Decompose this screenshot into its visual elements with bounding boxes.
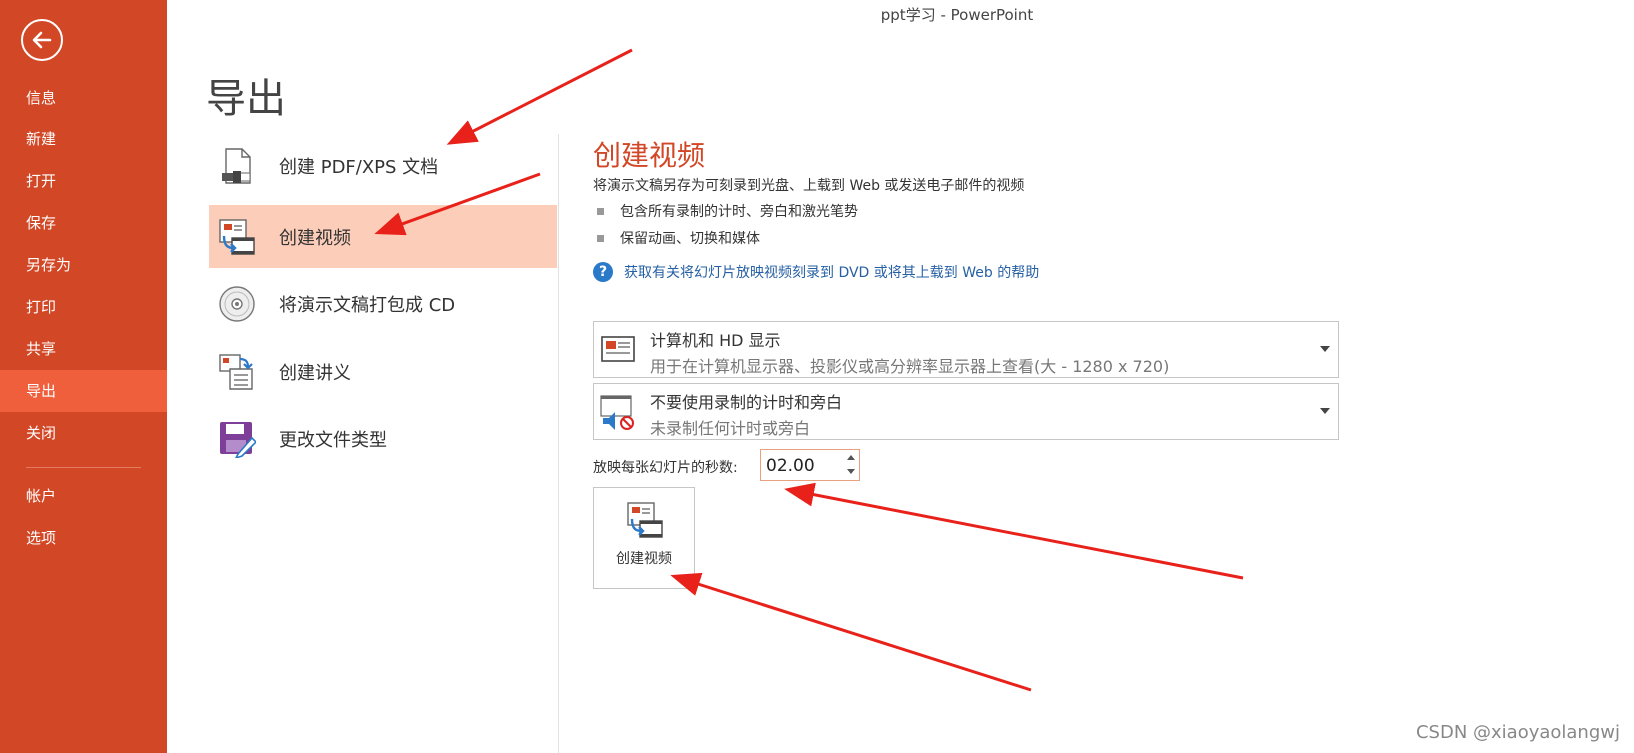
option-label: 创建讲义 bbox=[279, 362, 351, 384]
back-button[interactable] bbox=[21, 19, 63, 61]
option-change-file-type[interactable]: 更改文件类型 bbox=[209, 407, 557, 470]
help-link[interactable]: 获取有关将幻灯片放映视频刻录到 DVD 或将其上载到 Web 的帮助 bbox=[624, 262, 1039, 282]
option-create-pdf[interactable]: 创建 PDF/XPS 文档 bbox=[209, 134, 557, 197]
nav-print[interactable]: 打印 bbox=[0, 286, 167, 328]
page-title: 导出 bbox=[206, 76, 286, 122]
option-package-cd[interactable]: 将演示文稿打包成 CD bbox=[209, 272, 557, 335]
watermark: CSDN @xiaoyaolangwj bbox=[1415, 722, 1620, 743]
option-label: 将演示文稿打包成 CD bbox=[279, 294, 456, 316]
create-video-button-label: 创建视频 bbox=[616, 551, 672, 567]
feature-bullet: 包含所有录制的计时、旁白和激光笔势 bbox=[597, 201, 858, 221]
bullet-text: 包含所有录制的计时、旁白和激光笔势 bbox=[620, 204, 858, 220]
nav-close[interactable]: 关闭 bbox=[0, 412, 167, 454]
dropdown-sub-text: 用于在计算机显示器、投影仪或高分辨率显示器上查看(大 - 1280 x 720) bbox=[650, 357, 1170, 376]
seconds-per-slide-label: 放映每张幻灯片的秒数: bbox=[593, 460, 738, 476]
annotation-arrow bbox=[670, 572, 1032, 692]
file-type-icon bbox=[218, 420, 256, 458]
bullet-square-icon bbox=[597, 234, 604, 242]
back-arrow-icon bbox=[32, 31, 52, 49]
timing-narration-dropdown[interactable]: 不要使用录制的计时和旁白 未录制任何计时或旁白 bbox=[593, 383, 1339, 440]
chevron-down-icon bbox=[1320, 346, 1330, 352]
window-title: ppt学习 - PowerPoint bbox=[880, 6, 1034, 24]
spin-down-icon[interactable] bbox=[847, 469, 855, 474]
dropdown-sub-text: 未录制任何计时或旁白 bbox=[650, 419, 811, 438]
chevron-down-icon bbox=[1320, 408, 1330, 414]
option-label: 创建视频 bbox=[279, 227, 351, 249]
nav-separator bbox=[26, 467, 141, 468]
panel-divider bbox=[558, 134, 559, 753]
dropdown-main-text: 计算机和 HD 显示 bbox=[650, 331, 781, 350]
help-link-row[interactable]: ? 获取有关将幻灯片放映视频刻录到 DVD 或将其上载到 Web 的帮助 bbox=[593, 262, 1039, 282]
video-quality-dropdown[interactable]: 计算机和 HD 显示 用于在计算机显示器、投影仪或高分辨率显示器上查看(大 - … bbox=[593, 321, 1339, 378]
section-description: 将演示文稿另存为可刻录到光盘、上载到 Web 或发送电子邮件的视频 bbox=[593, 178, 1025, 194]
video-icon bbox=[218, 218, 256, 256]
section-title: 创建视频 bbox=[593, 139, 706, 172]
bullet-square-icon bbox=[597, 207, 604, 215]
annotation-arrow bbox=[784, 482, 1244, 580]
option-label: 更改文件类型 bbox=[279, 429, 387, 451]
pdf-document-icon bbox=[218, 147, 256, 185]
nav-info[interactable]: 信息 bbox=[0, 77, 167, 119]
nav-share[interactable]: 共享 bbox=[0, 328, 167, 370]
handout-icon bbox=[218, 353, 256, 391]
help-question-icon: ? bbox=[593, 262, 613, 282]
backstage-sidebar: 信息 新建 打开 保存 另存为 打印 共享 导出 关闭 帐户 选项 bbox=[0, 0, 167, 753]
dropdown-main-text: 不要使用录制的计时和旁白 bbox=[650, 393, 843, 412]
video-icon bbox=[626, 501, 664, 543]
no-narration-icon bbox=[599, 394, 637, 430]
seconds-input[interactable] bbox=[764, 453, 838, 479]
monitor-icon bbox=[599, 332, 637, 368]
seconds-per-slide-stepper[interactable] bbox=[760, 449, 860, 481]
spin-up-icon[interactable] bbox=[847, 455, 855, 460]
nav-open[interactable]: 打开 bbox=[0, 160, 167, 202]
nav-save-as[interactable]: 另存为 bbox=[0, 244, 167, 286]
nav-export[interactable]: 导出 bbox=[0, 370, 167, 412]
nav-options[interactable]: 选项 bbox=[0, 517, 167, 559]
option-create-handouts[interactable]: 创建讲义 bbox=[209, 340, 557, 403]
create-video-button[interactable]: 创建视频 bbox=[593, 487, 695, 589]
option-create-video[interactable]: 创建视频 bbox=[209, 205, 557, 268]
annotation-arrow bbox=[446, 48, 633, 145]
nav-account[interactable]: 帐户 bbox=[0, 475, 167, 517]
option-label: 创建 PDF/XPS 文档 bbox=[279, 156, 439, 178]
nav-save[interactable]: 保存 bbox=[0, 202, 167, 244]
cd-icon bbox=[218, 285, 256, 323]
bullet-text: 保留动画、切换和媒体 bbox=[620, 231, 760, 247]
nav-new[interactable]: 新建 bbox=[0, 118, 167, 160]
feature-bullet: 保留动画、切换和媒体 bbox=[597, 228, 760, 248]
